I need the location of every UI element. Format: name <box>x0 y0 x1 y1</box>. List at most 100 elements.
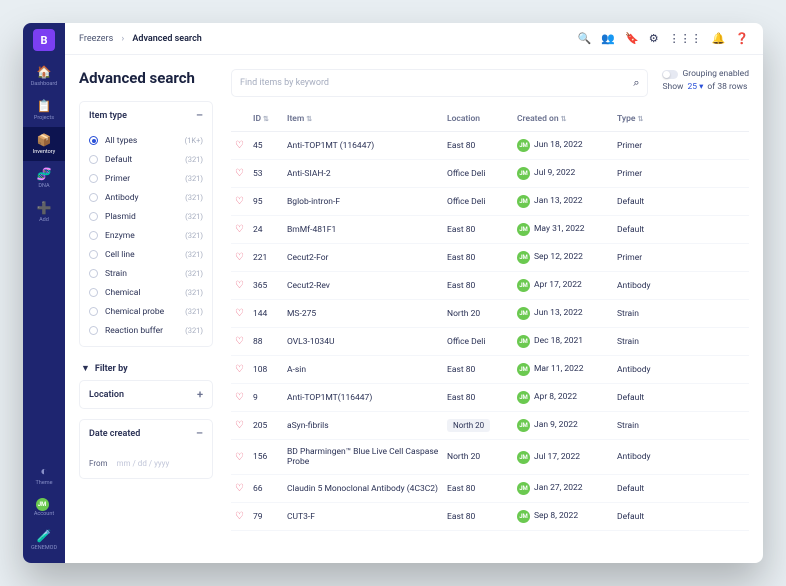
table-row[interactable]: ♡108A-sinEast 80JMMar 11, 2022Antibody <box>231 356 749 384</box>
table-row[interactable]: ♡144MS-275North 20JMJun 13, 2022Strain <box>231 300 749 328</box>
table-row[interactable]: ♡88OVL3-1034UOffice DeliJMDec 18, 2021St… <box>231 328 749 356</box>
nav-dna[interactable]: 🧬DNA <box>23 161 65 195</box>
app-logo[interactable]: B <box>33 29 55 51</box>
avatar: JM <box>517 223 530 236</box>
bookmark-icon[interactable]: ♡ <box>235 224 253 235</box>
type-chemical-probe[interactable]: Chemical probe(321) <box>89 302 203 321</box>
cell-location: East 80 <box>447 393 517 403</box>
cell-location: Office Deli <box>447 197 517 207</box>
bookmark-icon[interactable]: ♡ <box>235 308 253 319</box>
type-antibody[interactable]: Antibody(321) <box>89 188 203 207</box>
bell-icon[interactable]: 🔔 <box>712 32 726 45</box>
table-row[interactable]: ♡95Bglob-intron-FOffice DeliJMJan 13, 20… <box>231 188 749 216</box>
collapse-icon[interactable]: – <box>196 109 203 122</box>
table-row[interactable]: ♡221Cecut2-ForEast 80JMSep 12, 2022Prime… <box>231 244 749 272</box>
cell-type: Default <box>617 197 677 207</box>
col-created[interactable]: Created on⇅ <box>517 114 617 124</box>
bookmark-icon[interactable]: ♡ <box>235 364 253 375</box>
bookmark-icon[interactable]: ♡ <box>235 336 253 347</box>
bookmark-icon[interactable]: ♡ <box>235 420 253 431</box>
sort-icon: ⇅ <box>637 115 643 123</box>
search-icon[interactable]: 🔍 <box>578 32 592 45</box>
location-chip[interactable]: North 20 <box>447 419 490 432</box>
bookmark-icon[interactable]: ♡ <box>235 252 253 263</box>
table-row[interactable]: ♡53Anti-SIAH-2Office DeliJMJul 9, 2022Pr… <box>231 160 749 188</box>
search-icon[interactable]: ⌕ <box>633 76 639 90</box>
table-row[interactable]: ♡45Anti-TOP1MT (116447)East 80JMJun 18, … <box>231 132 749 160</box>
gear-icon[interactable]: ⚙ <box>649 32 659 45</box>
nav-icon: 🧬 <box>37 167 52 181</box>
item-type-header[interactable]: Item type – <box>80 102 212 129</box>
table-row[interactable]: ♡24BmMf-481F1East 80JMMay 31, 2022Defaul… <box>231 216 749 244</box>
col-location[interactable]: Location <box>447 114 517 124</box>
type-default[interactable]: Default(321) <box>89 150 203 169</box>
avatar: JM <box>517 251 530 264</box>
avatar: JM <box>517 510 530 523</box>
team-icon[interactable]: 👥 <box>601 32 615 45</box>
results-table: ID⇅ Item⇅ Location Created on⇅ Type⇅ ♡45… <box>231 107 749 563</box>
nav-icon: ◐ <box>40 464 47 478</box>
bookmark-icon[interactable]: ♡ <box>235 140 253 151</box>
sort-icon: ⇅ <box>263 115 269 123</box>
type-enzyme[interactable]: Enzyme(321) <box>89 226 203 245</box>
cell-id: 66 <box>253 484 287 494</box>
avatar: JM <box>517 363 530 376</box>
search-input[interactable] <box>240 78 633 88</box>
type-primer[interactable]: Primer(321) <box>89 169 203 188</box>
cell-location: East 80 <box>447 365 517 375</box>
bookmark-icon[interactable]: ♡ <box>235 483 253 494</box>
col-type[interactable]: Type⇅ <box>617 114 677 124</box>
type-cell-line[interactable]: Cell line(321) <box>89 245 203 264</box>
location-header[interactable]: Location + <box>80 381 212 408</box>
nav-theme[interactable]: ◐Theme <box>23 458 65 492</box>
cell-item: Anti-TOP1MT(116447) <box>287 393 447 403</box>
cell-created: JMJan 9, 2022 <box>517 419 617 432</box>
date-from-input[interactable]: mm / dd / yyyy <box>117 459 170 468</box>
nav-inventory[interactable]: 📦Inventory <box>23 127 65 161</box>
page-size-select[interactable]: 25 ▾ <box>687 82 703 92</box>
nav-projects[interactable]: 📋Projects <box>23 93 65 127</box>
grouping-toggle[interactable] <box>662 70 678 79</box>
breadcrumb-root[interactable]: Freezers <box>79 34 113 44</box>
type-reaction-buffer[interactable]: Reaction buffer(321) <box>89 321 203 340</box>
cell-type: Strain <box>617 421 677 431</box>
bookmark-icon[interactable]: ♡ <box>235 452 253 463</box>
bookmark-icon[interactable]: ♡ <box>235 280 253 291</box>
bookmark-icon[interactable]: ♡ <box>235 168 253 179</box>
collapse-icon[interactable]: – <box>196 427 203 440</box>
type-strain[interactable]: Strain(321) <box>89 264 203 283</box>
app-window: B 🏠Dashboard📋Projects📦Inventory🧬DNA➕Add … <box>23 23 763 563</box>
radio-icon <box>89 288 98 297</box>
cell-id: 9 <box>253 393 287 403</box>
col-id[interactable]: ID⇅ <box>253 114 287 124</box>
nav-dashboard[interactable]: 🏠Dashboard <box>23 59 65 93</box>
table-row[interactable]: ♡205aSyn-fibrilsNorth 20JMJan 9, 2022Str… <box>231 412 749 440</box>
col-item[interactable]: Item⇅ <box>287 114 447 124</box>
table-row[interactable]: ♡9Anti-TOP1MT(116447)East 80JMApr 8, 202… <box>231 384 749 412</box>
apps-icon[interactable]: ⋮⋮⋮ <box>669 32 702 45</box>
cell-location: Office Deli <box>447 337 517 347</box>
breadcrumb[interactable]: Freezers › Advanced search <box>79 34 202 44</box>
cell-type: Primer <box>617 169 677 179</box>
table-row[interactable]: ♡66Claudin 5 Monoclonal Antibody (4C3C2)… <box>231 475 749 503</box>
nav-account[interactable]: JMAccount <box>23 492 65 523</box>
type-all-types[interactable]: All types(1K+) <box>89 131 203 150</box>
table-row[interactable]: ♡365Cecut2-RevEast 80JMApr 17, 2022Antib… <box>231 272 749 300</box>
table-row[interactable]: ♡156BD Pharmingen™ Blue Live Cell Caspas… <box>231 440 749 475</box>
date-header[interactable]: Date created – <box>80 420 212 447</box>
search-box[interactable]: ⌕ <box>231 69 648 97</box>
cell-id: 108 <box>253 365 287 375</box>
bookmark-icon[interactable]: ♡ <box>235 511 253 522</box>
avatar: JM <box>517 419 530 432</box>
bookmark-icon[interactable]: ♡ <box>235 196 253 207</box>
nav-genemod[interactable]: 🧪GENEMOD <box>23 523 65 557</box>
bookmark-icon[interactable]: ♡ <box>235 392 253 403</box>
expand-icon[interactable]: + <box>197 388 203 401</box>
cell-location: North 20 <box>447 419 517 432</box>
type-plasmid[interactable]: Plasmid(321) <box>89 207 203 226</box>
nav-add[interactable]: ➕Add <box>23 195 65 229</box>
table-row[interactable]: ♡79CUT3-FEast 80JMSep 8, 2022Default <box>231 503 749 531</box>
type-chemical[interactable]: Chemical(321) <box>89 283 203 302</box>
help-icon[interactable]: ❓ <box>735 32 749 45</box>
bookmark-icon[interactable]: 🔖 <box>625 32 639 45</box>
